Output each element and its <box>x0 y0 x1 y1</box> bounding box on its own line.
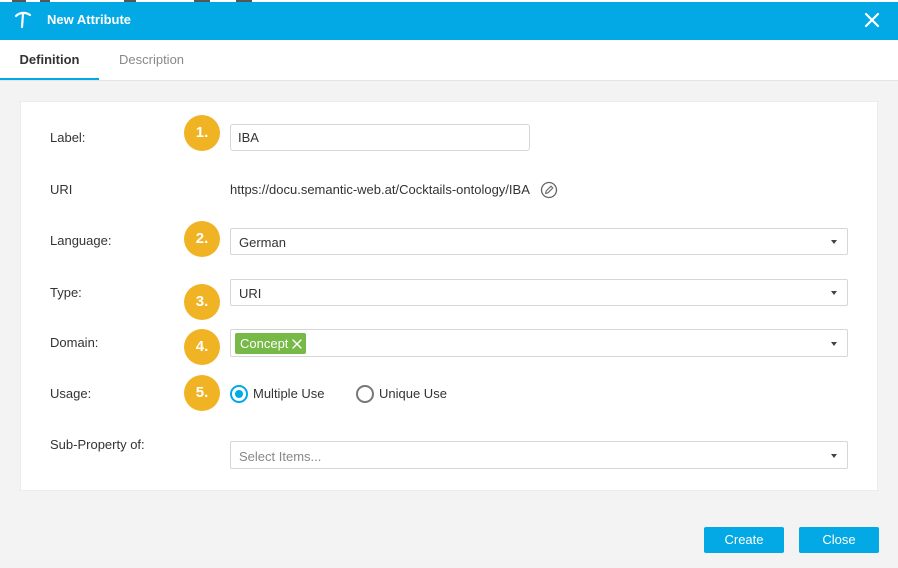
sub-property-select[interactable]: Select Items... <box>230 441 848 469</box>
tab-description[interactable]: Description <box>119 40 184 80</box>
chevron-down-icon <box>831 240 837 244</box>
language-value: German <box>239 235 286 250</box>
type-value: URI <box>239 286 262 301</box>
step-badge-1: 1. <box>184 115 220 151</box>
close-icon[interactable] <box>862 10 882 30</box>
language-select[interactable]: German <box>230 228 848 255</box>
tab-bar: Definition Description <box>0 40 898 81</box>
sub-property-placeholder: Select Items... <box>239 449 322 464</box>
domain-chip-concept[interactable]: Concept <box>235 333 307 354</box>
type-caption: Type: <box>50 285 82 300</box>
sub-property-caption: Sub-Property of: <box>50 437 145 452</box>
chip-label: Concept <box>240 336 289 351</box>
usage-caption: Usage: <box>50 386 92 401</box>
radio-label: Multiple Use <box>253 386 325 401</box>
pickaxe-logo-icon <box>14 11 32 29</box>
chevron-down-icon <box>831 291 837 295</box>
tab-definition[interactable]: Definition <box>0 40 99 80</box>
uri-caption: URI <box>50 182 73 197</box>
close-button[interactable]: Close <box>799 527 879 553</box>
chevron-down-icon <box>831 454 837 458</box>
domain-caption: Domain: <box>50 335 99 350</box>
radio-selected-icon <box>230 385 248 403</box>
radio-unselected-icon <box>356 385 374 403</box>
step-badge-5: 5. <box>184 375 220 411</box>
language-caption: Language: <box>50 233 112 248</box>
edit-pencil-icon[interactable] <box>540 181 558 199</box>
step-badge-2: 2. <box>184 221 220 257</box>
top-strip <box>0 0 898 2</box>
type-select[interactable]: URI <box>230 279 848 306</box>
radio-label: Unique Use <box>379 386 447 401</box>
remove-chip-icon[interactable] <box>292 339 303 349</box>
chevron-down-icon <box>831 342 837 346</box>
step-badge-3: 3. <box>184 284 220 320</box>
label-field-caption: Label: <box>50 130 86 145</box>
dialog-header: New Attribute <box>0 0 898 40</box>
uri-value: https://docu.semantic-web.at/Cocktails-o… <box>230 182 530 197</box>
label-input[interactable] <box>230 124 530 151</box>
create-button[interactable]: Create <box>704 527 784 553</box>
dialog-title: New Attribute <box>47 12 132 27</box>
domain-select[interactable]: Concept <box>230 329 848 357</box>
step-badge-4: 4. <box>184 329 220 365</box>
